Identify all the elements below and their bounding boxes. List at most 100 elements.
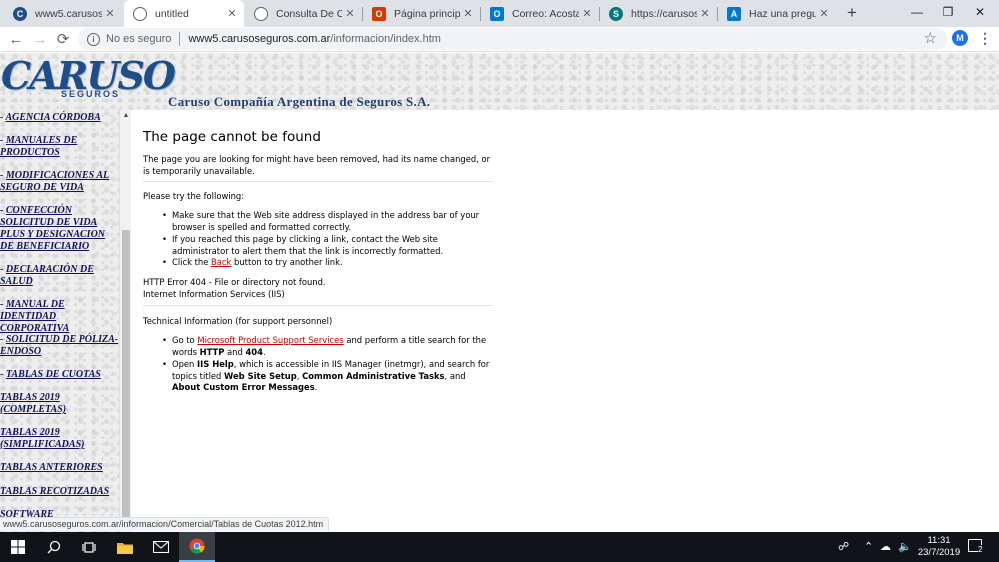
text: Click the — [172, 257, 212, 267]
sidebar-item-agencia-cordoba[interactable]: - AGENCIA CÓRDOBA — [0, 112, 119, 124]
chevron-up-icon[interactable]: ⌃ — [864, 540, 873, 553]
sidebar-link[interactable]: TABLAS DE CUOTAS — [6, 369, 101, 380]
bookmark-star-icon[interactable]: ☆ — [924, 29, 937, 47]
error-title: The page cannot be found — [143, 129, 321, 145]
globe-icon — [133, 6, 147, 21]
close-icon[interactable]: ✕ — [697, 7, 713, 20]
back-link[interactable]: Back — [211, 257, 231, 267]
error-intro: The page you are looking for might have … — [143, 154, 491, 176]
sidebar-link[interactable]: MANUALES DE PRODUCTOS — [0, 135, 77, 158]
tab-title: Haz una pregunta — [749, 7, 816, 20]
sidebar-nav: - AGENCIA CÓRDOBA - MANUALES DE PRODUCTO… — [0, 110, 119, 532]
url-path[interactable]: /informacion/index.htm — [330, 33, 441, 45]
tab-office[interactable]: O Página principal d ✕ — [363, 0, 480, 27]
sidebar-item-tablas-simplificadas[interactable]: TABLAS 2019 (SIMPLIFICADAS) — [0, 427, 119, 451]
sidebar-link[interactable]: SOLICITUD DE PÓLIZA-ENDOSO — [0, 334, 118, 357]
sidebar-item-tablas-recotizadas[interactable]: TABLAS RECOTIZADAS — [0, 486, 119, 498]
sidebar-item-manual-identidad[interactable]: - MANUAL DE IDENTIDAD CORPORATIVA — [0, 299, 119, 335]
support-link[interactable]: Microsoft Product Support Services — [197, 335, 343, 345]
tab-consulta[interactable]: Consulta De Cuen ✕ — [245, 0, 362, 27]
sidebar-item-tablas-completas[interactable]: TABLAS 2019 (COMPLETAS) — [0, 392, 119, 416]
notification-count: 2 — [978, 545, 983, 554]
sidebar-link[interactable]: TABLAS 2019 (SIMPLIFICADAS) — [0, 427, 84, 450]
task-view-icon[interactable] — [71, 532, 107, 562]
list-item: Go to Microsoft Product Support Services… — [162, 335, 493, 358]
chrome-icon[interactable] — [179, 532, 215, 562]
security-label[interactable]: No es seguro — [106, 33, 171, 45]
sidebar-link[interactable]: TABLAS ANTERIORES — [0, 462, 103, 473]
address-bar[interactable]: i No es seguro www5.carusoseguros.com.ar… — [78, 28, 947, 50]
tab-title: untitled — [155, 7, 189, 20]
text: and — [224, 346, 246, 357]
scrollbar-thumb[interactable] — [122, 230, 130, 530]
sidebar-item-tablas-cuotas[interactable]: - TABLAS DE CUOTAS — [0, 369, 119, 381]
sidebar-item-tablas-anteriores[interactable]: TABLAS ANTERIORES — [0, 462, 119, 474]
sidebar-item-confeccion[interactable]: - CONFECCIÓN SOLICITUD DE VIDA PLUS Y DE… — [0, 205, 119, 253]
new-tab-button[interactable]: + — [842, 3, 862, 23]
network-icon[interactable]: ☁ — [880, 540, 891, 553]
file-explorer-icon[interactable] — [107, 532, 143, 562]
caruso-logo[interactable]: CARUSO SEGUROS — [1, 56, 176, 102]
close-icon[interactable]: ✕ — [460, 7, 476, 20]
sidebar-item-declaracion[interactable]: - DECLARACIÓN DE SALUD — [0, 264, 119, 288]
bold-text: IIS Help — [197, 359, 234, 369]
info-icon[interactable]: i — [87, 32, 100, 46]
omnibox-divider — [179, 32, 181, 46]
sidebar-link[interactable]: MODIFICACIONES AL SEGURO DE VIDA — [0, 170, 109, 193]
close-window-button[interactable]: ✕ — [958, 0, 999, 27]
sidebar-item-modificaciones[interactable]: - MODIFICACIONES AL SEGURO DE VIDA — [0, 170, 119, 194]
text: . — [262, 346, 266, 357]
close-icon[interactable]: ✕ — [342, 7, 358, 20]
logo-subtitle: SEGUROS — [61, 89, 121, 99]
tab-outlook[interactable]: O Correo: Acosta Ca ✕ — [481, 0, 599, 27]
forward-button[interactable]: → — [30, 30, 50, 50]
more-menu-icon[interactable]: ⋮ — [978, 30, 992, 47]
http-error: HTTP Error 404 - File or directory not f… — [143, 277, 326, 287]
sidebar-link[interactable]: MANUAL DE IDENTIDAD CORPORATIVA — [0, 299, 69, 334]
tab-strip: C www5.carusosegu ✕ untitled ✕ Consulta … — [0, 0, 999, 27]
sidebar-link[interactable]: DECLARACIÓN DE SALUD — [0, 264, 94, 287]
page-viewport: CARUSO SEGUROS Caruso Compañía Argentina… — [0, 53, 999, 532]
tab-title: https://carusosegu — [631, 7, 697, 20]
browser-toolbar: ← → ⟳ i No es seguro www5.carusoseguros.… — [0, 27, 999, 52]
profile-avatar[interactable]: M — [952, 30, 968, 46]
outlook-icon: O — [490, 6, 504, 21]
iis-label: Internet Information Services (IIS) — [143, 289, 285, 299]
reload-button[interactable]: ⟳ — [53, 30, 73, 50]
clock-time: 11:31 — [927, 535, 951, 546]
clock[interactable]: 11:31 23/7/2019 — [913, 535, 965, 559]
text: Go to — [172, 335, 198, 345]
globe-icon — [254, 6, 268, 21]
close-icon[interactable]: ✕ — [579, 7, 595, 20]
sidebar-link[interactable]: TABLAS RECOTIZADAS — [0, 486, 109, 497]
scroll-up-arrow-icon[interactable]: ▲ — [121, 111, 131, 121]
back-button[interactable]: ← — [6, 30, 26, 50]
tab-untitled[interactable]: untitled ✕ — [124, 0, 244, 27]
close-icon[interactable]: ✕ — [224, 7, 240, 20]
sidebar-link[interactable]: TABLAS 2019 (COMPLETAS) — [0, 392, 66, 415]
volume-icon[interactable]: 🔈 — [898, 540, 912, 553]
sidebar-item-manuales[interactable]: - MANUALES DE PRODUCTOS — [0, 135, 119, 159]
tab-caruso[interactable]: C www5.carusosegu ✕ — [4, 0, 122, 27]
sidebar-scrollbar[interactable]: ▲ — [119, 110, 131, 532]
bold-text: 404 — [245, 346, 263, 357]
notification-center-icon[interactable]: 2 — [968, 539, 983, 554]
bold-text: About Custom Error Messages — [172, 382, 315, 393]
sidebar-item-solicitud[interactable]: - SOLICITUD DE PÓLIZA-ENDOSO — [0, 334, 119, 358]
tab-sharepoint[interactable]: S https://carusosegu ✕ — [600, 0, 717, 27]
sidebar-link[interactable]: AGENCIA CÓRDOBA — [5, 112, 100, 123]
status-bubble: www5.carusoseguros.com.ar/informacion/Co… — [0, 517, 330, 531]
text: , and — [444, 370, 466, 381]
sidebar-link[interactable]: CONFECCIÓN SOLICITUD DE VIDA PLUS Y DESI… — [0, 205, 105, 252]
tab-title: Página principal d — [394, 7, 460, 20]
start-icon[interactable] — [0, 532, 36, 562]
tab-azure[interactable]: A Haz una pregunta ✕ — [718, 0, 836, 27]
mail-icon[interactable] — [143, 532, 179, 562]
url-host[interactable]: www5.carusoseguros.com.ar — [188, 33, 330, 45]
close-icon[interactable]: ✕ — [816, 7, 832, 20]
people-icon[interactable]: ☍ — [838, 540, 849, 553]
close-icon[interactable]: ✕ — [102, 7, 118, 20]
azure-icon: A — [727, 6, 741, 21]
text: . — [314, 382, 318, 393]
search-icon[interactable] — [36, 532, 72, 562]
